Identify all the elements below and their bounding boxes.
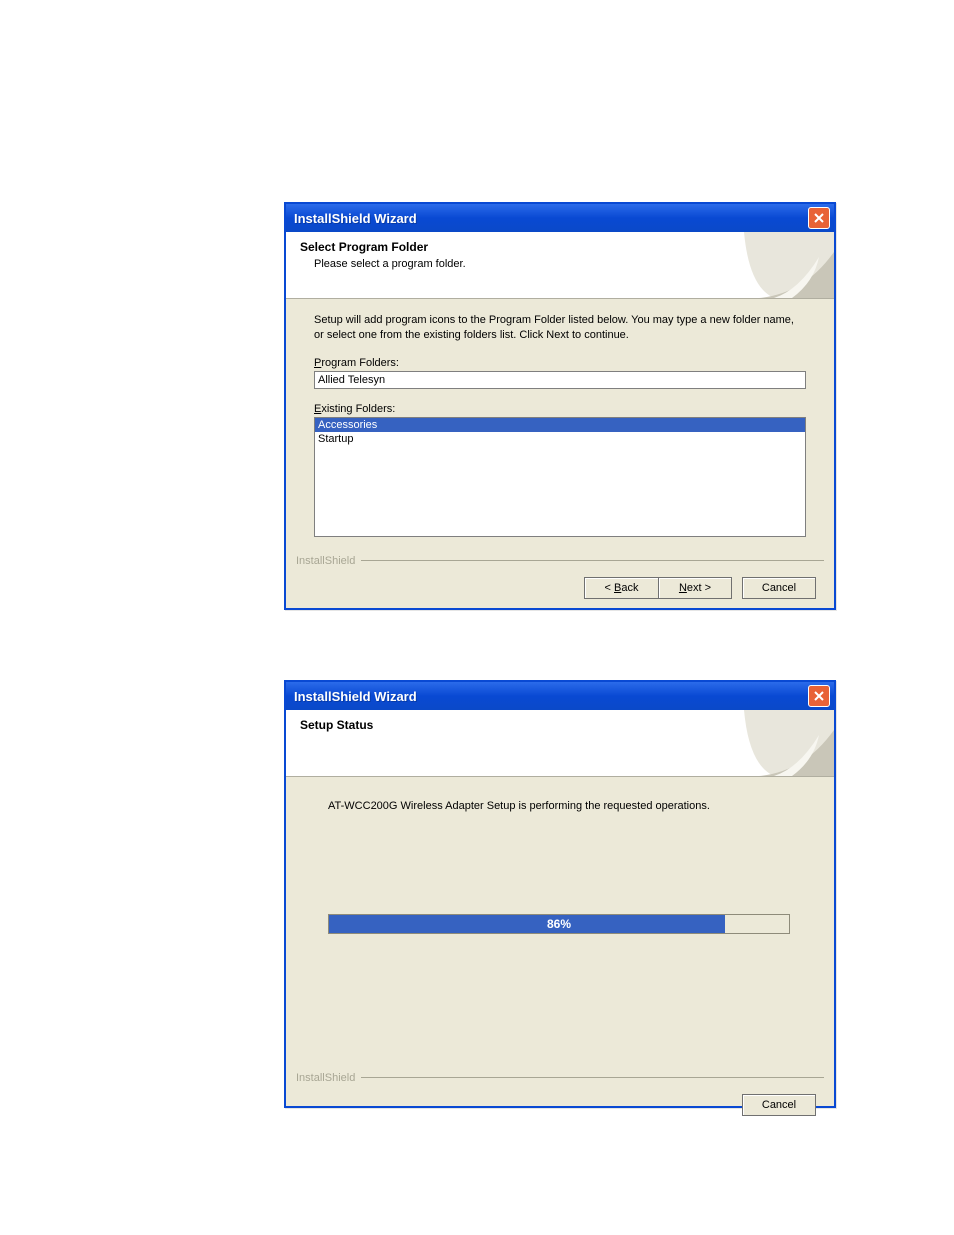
brand-separator: InstallShield	[296, 1072, 824, 1084]
page-curl-graphic	[744, 232, 834, 298]
brand-separator: InstallShield	[296, 555, 824, 567]
wizard-body: Setup will add program icons to the Prog…	[286, 299, 834, 545]
close-icon	[814, 691, 824, 701]
dialog-setup-status: InstallShield Wizard Setup Status AT-WCC…	[284, 680, 836, 1108]
titlebar[interactable]: InstallShield Wizard	[286, 204, 834, 232]
list-item[interactable]: Accessories	[315, 418, 805, 432]
back-button[interactable]: < Back	[584, 577, 658, 599]
wizard-body: AT-WCC200G Wireless Adapter Setup is per…	[286, 777, 834, 1062]
cancel-button[interactable]: Cancel	[742, 577, 816, 599]
page-curl-graphic	[744, 710, 834, 776]
close-button[interactable]	[808, 685, 830, 707]
progress-bar: 86%	[328, 914, 790, 934]
progress-percent-label: 86%	[329, 915, 789, 933]
titlebar[interactable]: InstallShield Wizard	[286, 682, 834, 710]
existing-folders-listbox[interactable]: AccessoriesStartup	[314, 417, 806, 537]
status-text: AT-WCC200G Wireless Adapter Setup is per…	[328, 799, 806, 814]
header-title: Select Program Folder	[300, 240, 820, 254]
brand-label: InstallShield	[296, 1072, 355, 1084]
list-item[interactable]: Startup	[315, 432, 805, 446]
button-row: Cancel	[286, 1084, 834, 1130]
label-program-folders: Program Folders:	[314, 357, 806, 369]
close-icon	[814, 213, 824, 223]
wizard-header: Select Program Folder Please select a pr…	[286, 232, 834, 299]
cancel-button[interactable]: Cancel	[742, 1094, 816, 1116]
wizard-header: Setup Status	[286, 710, 834, 777]
next-button[interactable]: Next >	[658, 577, 732, 599]
button-row: < Back Next > Cancel	[286, 567, 834, 613]
header-title: Setup Status	[300, 718, 820, 732]
program-folder-input[interactable]	[314, 371, 806, 389]
close-button[interactable]	[808, 207, 830, 229]
instruction-text: Setup will add program icons to the Prog…	[314, 313, 806, 343]
label-existing-folders: Existing Folders:	[314, 403, 806, 415]
dialog-select-program-folder: InstallShield Wizard Select Program Fold…	[284, 202, 836, 610]
window-title: InstallShield Wizard	[294, 689, 417, 704]
brand-label: InstallShield	[296, 555, 355, 567]
window-title: InstallShield Wizard	[294, 211, 417, 226]
